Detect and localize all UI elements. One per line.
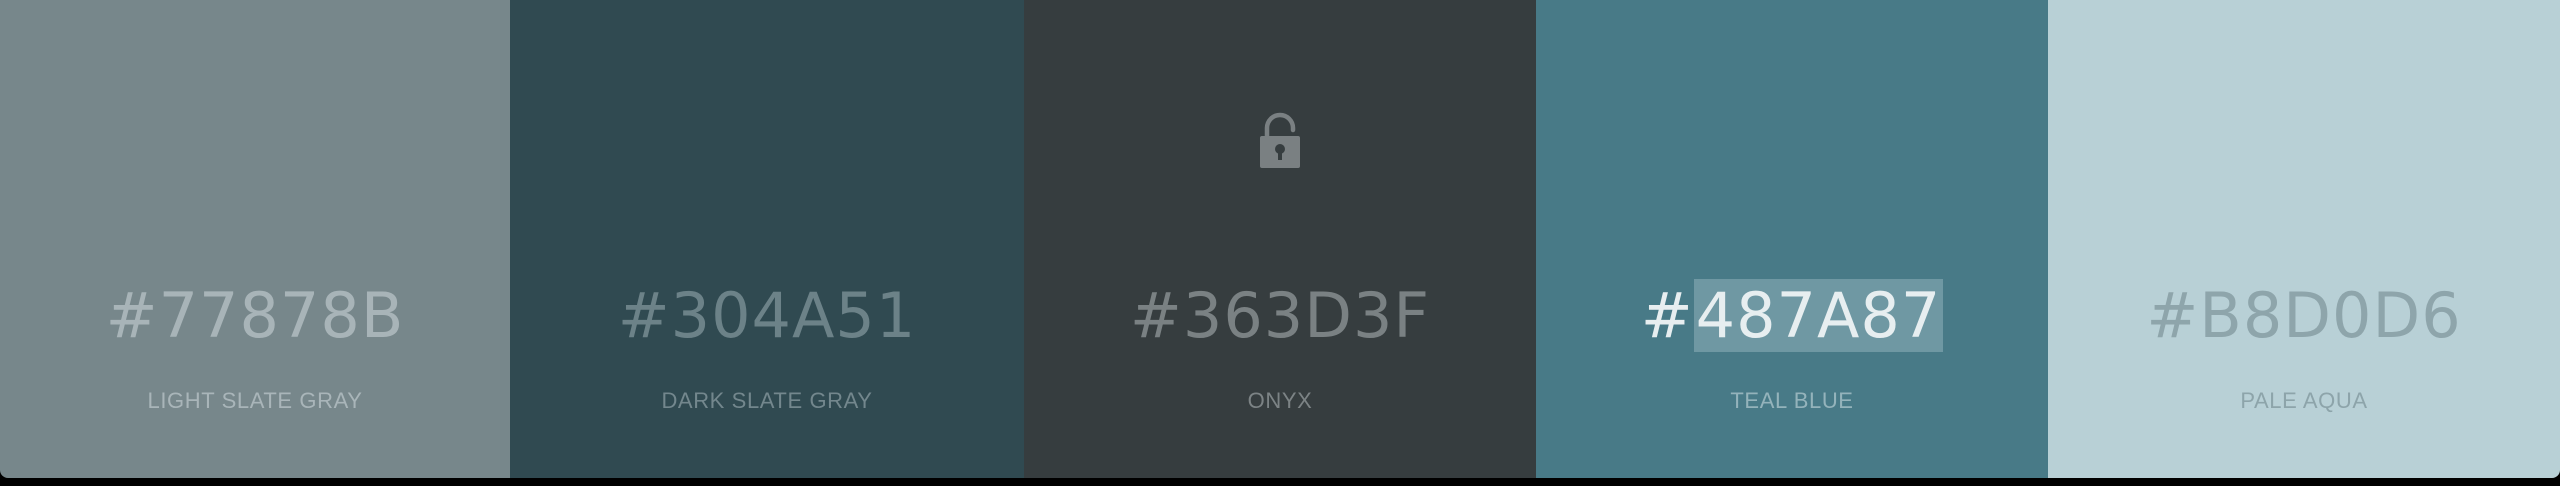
swatch-pale-aqua[interactable]: #B8D0D6 PALE AQUA [2048,0,2560,478]
hex-code[interactable]: #304A51 [510,278,1024,354]
swatch-light-slate-gray[interactable]: #77878B LIGHT SLATE GRAY [0,0,510,478]
hex-code[interactable]: #487A87 [1536,278,2048,354]
swatch-teal-blue[interactable]: #487A87 TEAL BLUE [1536,0,2048,478]
color-name[interactable]: LIGHT SLATE GRAY [0,388,510,414]
swatch-onyx[interactable]: #363D3F ONYX [1024,0,1536,478]
hex-selection[interactable]: 487A87 [1693,279,1944,352]
color-name[interactable]: TEAL BLUE [1536,388,2048,414]
color-palette: #77878B LIGHT SLATE GRAY #304A51 DARK SL… [0,0,2560,478]
color-name[interactable]: ONYX [1024,388,1536,414]
hex-code[interactable]: #363D3F [1024,278,1536,354]
hex-code[interactable]: #B8D0D6 [2048,278,2560,354]
swatch-dark-slate-gray[interactable]: #304A51 DARK SLATE GRAY [510,0,1024,478]
hex-prefix: # [1640,279,1694,352]
hex-code[interactable]: #77878B [0,278,510,354]
unlock-icon[interactable] [1258,112,1302,170]
color-name[interactable]: PALE AQUA [2048,388,2560,414]
color-name[interactable]: DARK SLATE GRAY [510,388,1024,414]
